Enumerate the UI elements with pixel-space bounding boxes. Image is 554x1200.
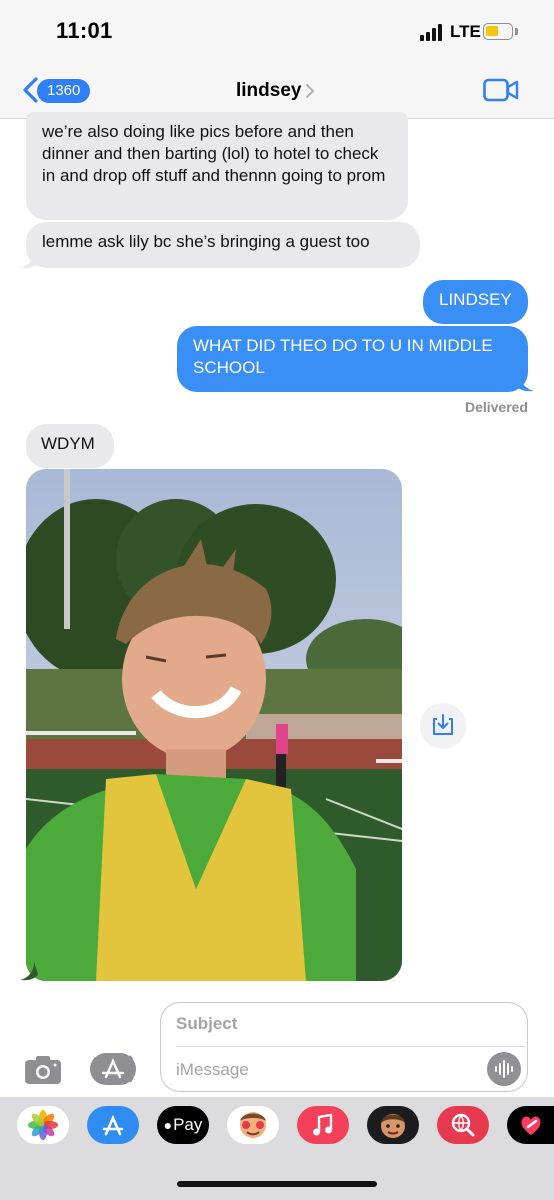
camera-icon[interactable] bbox=[24, 1053, 62, 1085]
waveform-icon bbox=[495, 1060, 513, 1078]
memoji-stickers-icon bbox=[240, 1112, 266, 1138]
animoji-app-button[interactable] bbox=[367, 1106, 419, 1144]
message-bubble-incoming[interactable]: WDYM bbox=[26, 424, 114, 468]
music-app-button[interactable] bbox=[297, 1106, 349, 1144]
audio-message-button[interactable] bbox=[487, 1052, 521, 1086]
compose-divider bbox=[176, 1046, 526, 1047]
photos-icon bbox=[28, 1110, 58, 1140]
message-text: WHAT DID THEO DO TO U IN MIDDLE SCHOOL bbox=[193, 336, 493, 377]
cellular-signal-icon bbox=[420, 24, 442, 41]
music-icon bbox=[313, 1113, 333, 1136]
message-text: WDYM bbox=[41, 434, 95, 453]
message-bubble-incoming[interactable]: we’re also doing like pics before and th… bbox=[26, 112, 408, 220]
apple-pay-icon: ● bbox=[163, 1117, 173, 1133]
status-time: 11:01 bbox=[56, 18, 113, 43]
app-store-button[interactable] bbox=[89, 1052, 137, 1086]
apple-pay-label: Pay bbox=[173, 1115, 203, 1134]
imessage-input[interactable]: iMessage bbox=[176, 1060, 249, 1080]
web-images-app-button[interactable] bbox=[437, 1106, 489, 1144]
home-indicator[interactable] bbox=[177, 1181, 377, 1187]
battery-icon bbox=[483, 23, 513, 40]
delivered-status: Delivered bbox=[464, 399, 528, 415]
message-bubble-outgoing[interactable]: WHAT DID THEO DO TO U IN MIDDLE SCHOOL bbox=[177, 326, 528, 392]
photo-attachment[interactable] bbox=[26, 469, 402, 981]
chevron-right-icon[interactable] bbox=[305, 83, 315, 99]
app-store-icon bbox=[102, 1114, 124, 1136]
network-type: LTE bbox=[450, 22, 481, 41]
back-unread-count[interactable]: 1360 bbox=[37, 79, 91, 103]
message-bubble-incoming[interactable]: lemme ask lily bc she’s bringing a guest… bbox=[26, 222, 420, 268]
message-text: lemme ask lily bc she’s bringing a guest… bbox=[42, 232, 370, 251]
app-store-icon bbox=[90, 1053, 136, 1085]
apple-pay-app-button[interactable]: ● Pay bbox=[157, 1106, 209, 1144]
digital-touch-app-button[interactable] bbox=[507, 1106, 554, 1144]
bubble-tail bbox=[20, 962, 38, 981]
message-text: LINDSEY bbox=[439, 290, 512, 309]
app-store-app-button[interactable] bbox=[87, 1106, 139, 1144]
video-camera-icon[interactable] bbox=[483, 78, 519, 102]
web-images-icon bbox=[451, 1113, 475, 1137]
animoji-icon bbox=[381, 1114, 405, 1138]
message-text: we’re also doing like pics before and th… bbox=[42, 122, 386, 185]
message-bubble-outgoing[interactable]: LINDSEY bbox=[423, 280, 528, 324]
contact-name[interactable]: lindsey bbox=[236, 80, 301, 102]
bubble-tail bbox=[20, 250, 38, 269]
battery-nub bbox=[515, 28, 518, 35]
bubble-tail bbox=[516, 373, 534, 392]
photos-app-button[interactable] bbox=[17, 1106, 69, 1144]
digital-touch-icon bbox=[521, 1116, 540, 1135]
subject-input[interactable]: Subject bbox=[176, 1014, 237, 1034]
save-photo-button[interactable] bbox=[420, 703, 466, 749]
memoji-stickers-app-button[interactable] bbox=[227, 1106, 279, 1144]
download-icon bbox=[433, 714, 453, 735]
